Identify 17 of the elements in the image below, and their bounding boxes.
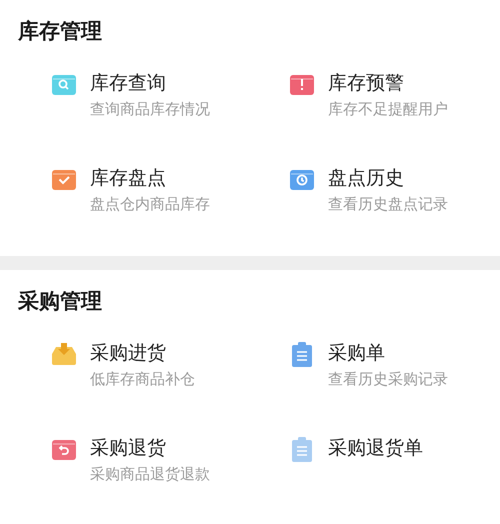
menu-item-subtitle: 库存不足提醒用户 bbox=[328, 99, 448, 119]
menu-item-title[interactable]: 盘点历史 bbox=[328, 166, 448, 190]
menu-item-subtitle: 低库存商品补仓 bbox=[90, 369, 195, 389]
menu-item-title[interactable]: 采购单 bbox=[328, 341, 448, 365]
section-title: 采购管理 bbox=[18, 288, 103, 315]
menu-item-title[interactable]: 采购进货 bbox=[90, 341, 195, 365]
menu-item-subtitle: 查看历史采购记录 bbox=[328, 369, 448, 389]
menu-item-title[interactable]: 库存查询 bbox=[90, 71, 210, 95]
menu-item-subtitle: 盘点仓内商品库存 bbox=[90, 194, 210, 214]
menu-item-title[interactable]: 库存预警 bbox=[328, 71, 448, 95]
menu-item-subtitle: 查询商品库存情况 bbox=[90, 99, 210, 119]
menu-item-title[interactable]: 采购退货 bbox=[90, 436, 210, 460]
menu-item-subtitle: 查看历史盘点记录 bbox=[328, 194, 448, 214]
menu-item-title[interactable]: 库存盘点 bbox=[90, 166, 210, 190]
section-title: 库存管理 bbox=[18, 18, 103, 45]
menu-item-title[interactable]: 采购退货单 bbox=[328, 436, 423, 460]
menu-item-subtitle: 采购商品退货退款 bbox=[90, 464, 210, 484]
